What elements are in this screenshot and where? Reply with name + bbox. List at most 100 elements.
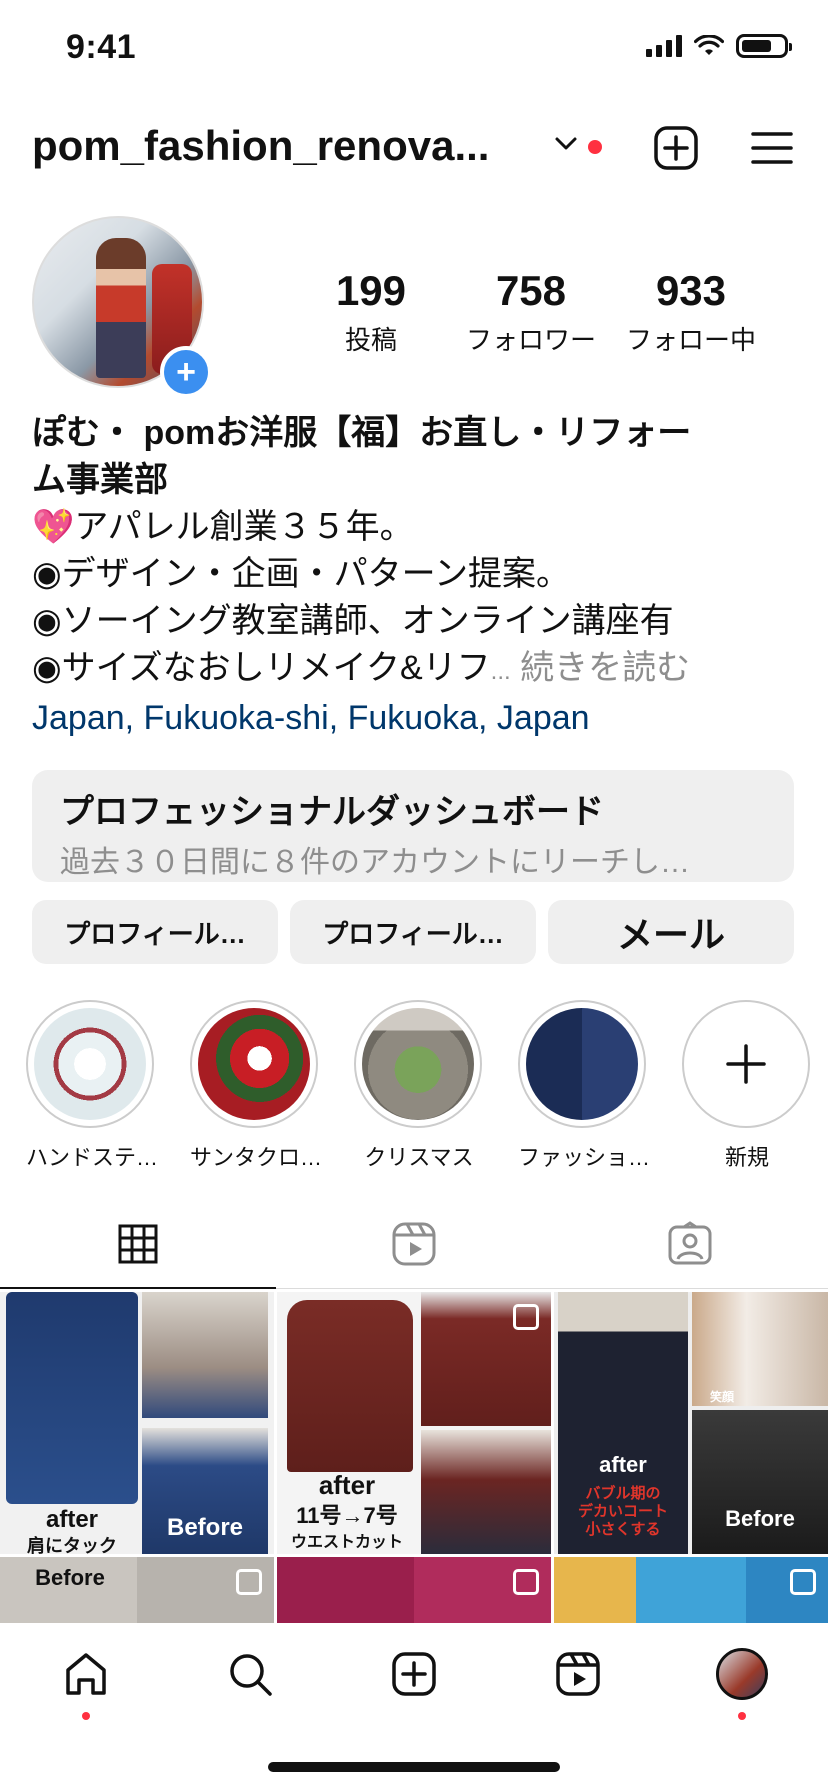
highlight-santa[interactable]: サンタクロ… [190,1000,323,1172]
post-2-after-label: after [318,1470,376,1500]
stat-following-value: 933 [655,267,727,314]
stat-following-label: フォロー中 [625,325,756,356]
highlight-cover [362,1008,474,1120]
reels-icon [556,1652,600,1696]
battery-icon [736,34,792,58]
home-indicator [268,1762,560,1772]
bio-line-2: ◉デザイン・企画・パターン提案。 [32,555,570,593]
highlight-new[interactable]: 新規 [682,1000,812,1172]
new-post-icon [392,1652,436,1696]
post-thumbnail-2[interactable]: after 11号→7号 ウエストカット [277,1292,551,1554]
highlight-label: ファッショ… [518,1145,651,1170]
profile-notification-dot [738,1712,746,1720]
post-thumbnail-1[interactable]: after 肩にタック Before [0,1292,274,1554]
bio-line-4-wrap: ◉サイズなおしリメイク&リフ... 続きを読む [32,645,802,695]
display-name-line1: ぽむ・ pomお洋服【福】お直し・リフォー [32,414,692,452]
bio-ellipsis: ... [490,658,511,685]
post-3-before-label: Before [725,1506,795,1531]
professional-dashboard[interactable]: プロフェッショナルダッシュボード 過去３０日間に８件のアカウントにリーチし… [32,770,794,882]
email-button[interactable]: メール [548,900,794,964]
nav-create[interactable] [384,1644,444,1704]
bio-line-3: ◉ソーイング教室講師、オンライン講座有 [32,602,674,640]
post-3-caption-3: 小さくする [585,1521,661,1538]
highlight-label: サンタクロ… [190,1145,323,1170]
add-story-plus-icon[interactable]: + [160,346,212,398]
new-post-icon [654,126,698,170]
nav-home[interactable] [56,1644,116,1720]
reels-icon [392,1222,436,1266]
bottom-navigation [0,1626,828,1722]
chevron-down-icon[interactable] [554,136,578,152]
highlight-cover [34,1008,146,1120]
highlight-christmas[interactable]: クリスマス [354,1000,484,1172]
plus-icon [726,1044,766,1084]
highlight-hand-stitch[interactable]: ハンドステ… [26,1000,159,1172]
menu-button[interactable] [746,122,798,174]
username[interactable]: pom_fashion_renova... [32,122,489,170]
post-1-caption: 肩にタック [27,1536,117,1554]
home-icon [66,1653,106,1695]
post-2-caption-2: ウエストカット [290,1534,403,1551]
highlight-cover [526,1008,638,1120]
nav-search[interactable] [220,1644,280,1704]
highlight-cover [198,1008,310,1120]
multiple-photos-icon [513,1569,539,1595]
profile-header: pom_fashion_renova... [0,118,828,188]
post-thumbnail-3[interactable]: after バブル期の デカいコート 小さくする 笑顔 Before [554,1292,828,1554]
post-1-after-label: after [45,1506,99,1533]
bio-line-4: ◉サイズなおしリメイク&リフ [32,649,491,687]
tagged-person-icon [668,1221,712,1265]
post-3-smile-label: 笑顔 [709,1390,734,1404]
tab-grid[interactable] [0,1200,276,1289]
search-icon [230,1654,272,1696]
new-highlight-ring [682,1000,810,1128]
posts-grid: after 肩にタック Before after 11号→7号 ウエストカット … [0,1292,828,1624]
grid-icon [118,1224,158,1264]
post-thumbnail-4[interactable]: Before [0,1557,274,1623]
cellular-signal-icon [646,35,682,57]
wifi-icon [694,35,724,55]
highlight-label: ハンドステ… [26,1145,159,1170]
tab-reels[interactable] [276,1200,552,1288]
profile-avatar-icon [716,1648,768,1700]
stat-following[interactable]: 933 フォロー中 [616,267,766,357]
tab-tagged[interactable] [552,1200,828,1288]
post-1-before-label: Before [166,1514,244,1541]
status-icons [646,34,792,58]
post-2-caption: 11号→7号 [296,1503,398,1528]
location-link[interactable]: Japan, Fukuoka-shi, Fukuoka, Japan [32,695,802,742]
share-profile-button[interactable]: プロフィール… [290,900,536,964]
post-3-after-label: after [599,1452,647,1477]
nav-reels[interactable] [548,1644,608,1704]
profile-bio: ぽむ・ pomお洋服【福】お直し・リフォー ム事業部 💖アパレル創業３５年。 ◉… [32,410,802,742]
highlight-label: 新規 [724,1145,769,1170]
home-notification-dot [82,1712,90,1720]
post-4-before-label: Before [35,1565,105,1590]
read-more-link[interactable]: 続きを読む [520,649,690,687]
edit-profile-button[interactable]: プロフィール… [32,900,278,964]
stat-posts-label: 投稿 [344,325,397,356]
menu-icon [751,132,793,164]
stat-followers-value: 758 [495,267,567,314]
status-time: 9:41 [66,28,137,66]
stat-followers-label: フォロワー [465,325,596,356]
multiple-photos-icon [236,1569,262,1595]
post-thumbnail-5[interactable] [277,1557,551,1623]
bio-line-1: 💖アパレル創業３５年。 [32,508,414,546]
nav-profile[interactable] [712,1644,772,1720]
dashboard-subtitle: 過去３０日間に８件のアカウントにリーチし… [60,846,690,879]
highlight-fashion[interactable]: ファッショ… [518,1000,651,1172]
display-name-line2: ム事業部 [32,461,168,499]
dashboard-title: プロフェッショナルダッシュボード [60,793,604,831]
highlight-label: クリスマス [364,1145,474,1170]
new-post-button[interactable] [650,122,702,174]
stat-followers[interactable]: 758 フォロワー [456,267,606,357]
profile-tabs [0,1200,828,1289]
account-notification-dot [588,140,602,154]
status-bar: 9:41 [0,0,828,100]
stat-posts[interactable]: 199 投稿 [296,267,446,357]
stat-posts-value: 199 [335,267,407,314]
post-thumbnail-6[interactable] [554,1557,828,1623]
multiple-photos-icon [790,1569,816,1595]
multiple-photos-icon [513,1304,539,1330]
